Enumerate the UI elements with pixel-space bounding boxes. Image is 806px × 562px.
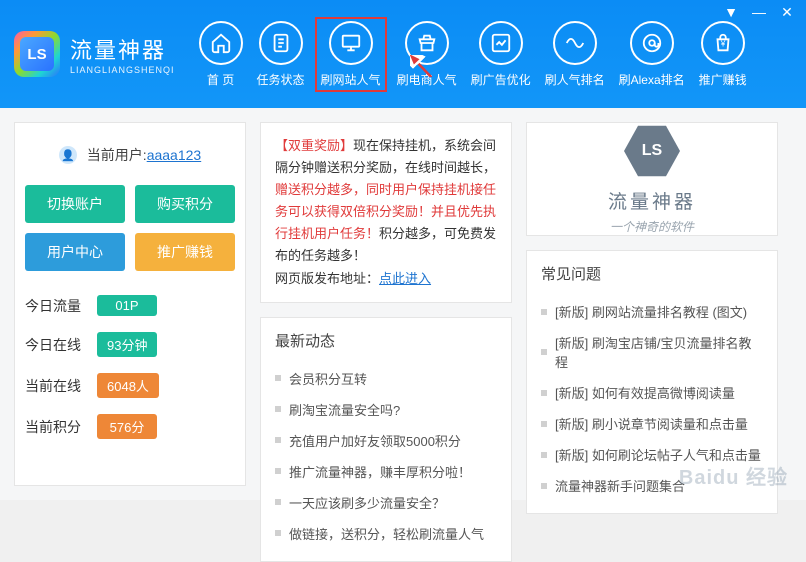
buy-points-button[interactable]: 购买积分 xyxy=(135,185,235,223)
user-center-button[interactable]: 用户中心 xyxy=(25,233,125,271)
settings-icon[interactable]: ▼ xyxy=(722,4,740,21)
nav-bag[interactable]: ¥ 推广赚钱 xyxy=(699,21,747,88)
username-link[interactable]: aaaa123 xyxy=(147,147,202,163)
nav-home[interactable]: 首 页 xyxy=(199,21,243,88)
stat-badge: 576分 xyxy=(97,414,157,439)
promo-text: 【双重奖励】现在保持挂机，系统会间隔分钟赠送积分奖励，在线时间越长，赠送积分越多… xyxy=(260,122,512,303)
list-item[interactable]: 充值用户加好友领取5000积分 xyxy=(275,425,497,456)
brand-sub: LIANGLIANGSHENQI xyxy=(70,65,175,75)
home-icon xyxy=(199,21,243,65)
monitor-icon xyxy=(329,21,373,65)
user-icon: 👤 xyxy=(59,146,77,164)
brand-hex-icon: LS xyxy=(624,123,680,179)
logo-text: LS xyxy=(20,37,54,71)
list-item[interactable]: 一天应该刷多少流量安全？ xyxy=(275,487,497,518)
stat-key: 今日在线 xyxy=(25,335,97,355)
news-panel: 最新动态 会员积分互转刷淘宝流量安全吗?充值用户加好友领取5000积分推广流量神… xyxy=(260,317,512,562)
faq-title: 常见问题 xyxy=(541,263,763,284)
stat-row: 今日在线93分钟 xyxy=(25,324,235,365)
news-title: 最新动态 xyxy=(275,330,497,351)
list-item[interactable]: 推广流量神器，赚丰厚积分啦！ xyxy=(275,456,497,487)
stat-row: 当前积分576分 xyxy=(25,406,235,447)
list-item[interactable]: [新版] 刷网站流量排名教程 (图文) xyxy=(541,296,763,327)
nav-label: 刷电商人气 xyxy=(397,71,457,88)
user-label: 当前用户: xyxy=(87,145,147,165)
list-item[interactable]: 刷淘宝流量安全吗? xyxy=(275,394,497,425)
promo-earn-button[interactable]: 推广赚钱 xyxy=(135,233,235,271)
minimize-icon[interactable]: — xyxy=(750,4,768,21)
stat-row: 今日流量01P xyxy=(25,287,235,324)
brand-card: LS 流量神器 一个神奇的软件 xyxy=(526,122,778,236)
user-panel: 👤 当前用户: aaaa123 切换账户 购买积分 用户中心 推广赚钱 今日流量… xyxy=(14,122,246,486)
nav-doc[interactable]: 任务状态 xyxy=(257,21,305,88)
brand-title: 流量神器 xyxy=(70,33,175,65)
doc-icon xyxy=(259,21,303,65)
stat-row: 当前在线6048人 xyxy=(25,365,235,406)
close-icon[interactable]: ✕ xyxy=(778,4,796,21)
nav-label: 任务状态 xyxy=(257,71,305,88)
nav-wave[interactable]: 刷人气排名 xyxy=(545,21,605,88)
nav-at[interactable]: 刷Alexa排名 xyxy=(619,21,685,88)
stat-badge: 6048人 xyxy=(97,373,159,398)
nav-label: 推广赚钱 xyxy=(699,71,747,88)
nav-chart[interactable]: 刷广告优化 xyxy=(471,21,531,88)
nav-monitor[interactable]: 刷网站人气 xyxy=(315,17,387,92)
watermark: Baidu 经验 xyxy=(679,461,788,490)
stat-badge: 93分钟 xyxy=(97,332,157,357)
nav-shop[interactable]: 刷电商人气 xyxy=(397,21,457,88)
chart-icon xyxy=(479,21,523,65)
list-item[interactable]: 会员积分互转 xyxy=(275,363,497,394)
switch-account-button[interactable]: 切换账户 xyxy=(25,185,125,223)
list-item[interactable]: [新版] 刷淘宝店铺/宝贝流量排名教程 xyxy=(541,327,763,377)
app-logo: LS 流量神器 LIANGLIANGSHENQI xyxy=(14,31,175,77)
nav-label: 刷Alexa排名 xyxy=(619,71,685,88)
at-icon xyxy=(630,21,674,65)
stat-key: 当前积分 xyxy=(25,417,97,437)
promo-link[interactable]: 点此进入 xyxy=(379,271,431,286)
list-item[interactable]: 做链接，送积分，轻松刷流量人气 xyxy=(275,518,497,549)
nav-label: 刷网站人气 xyxy=(321,71,381,88)
list-item[interactable]: [新版] 刷小说章节阅读量和点击量 xyxy=(541,408,763,439)
svg-text:¥: ¥ xyxy=(719,39,725,48)
stat-badge: 01P xyxy=(97,295,157,316)
stat-key: 当前在线 xyxy=(25,376,97,396)
nav-label: 刷广告优化 xyxy=(471,71,531,88)
list-item[interactable]: [新版] 如何有效提高微博阅读量 xyxy=(541,377,763,408)
bag-icon: ¥ xyxy=(701,21,745,65)
shop-icon xyxy=(405,21,449,65)
stat-key: 今日流量 xyxy=(25,296,97,316)
nav-label: 刷人气排名 xyxy=(545,71,605,88)
nav-label: 首 页 xyxy=(207,71,234,88)
wave-icon xyxy=(553,21,597,65)
